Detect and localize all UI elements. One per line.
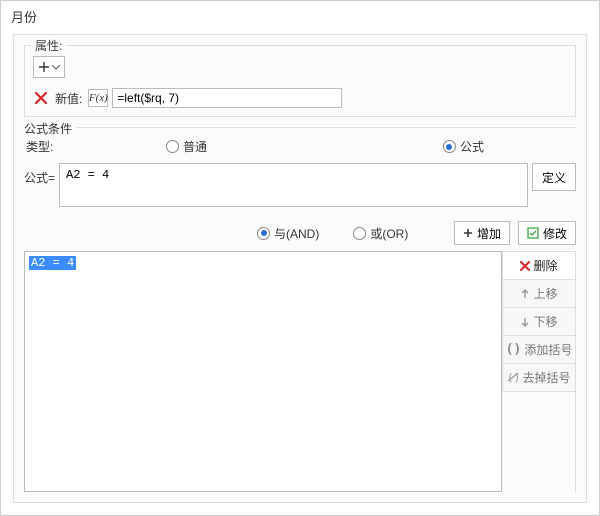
plus-icon (39, 62, 49, 72)
arrow-down-icon (520, 317, 530, 327)
remove-paren-button[interactable]: () 去掉括号 (502, 364, 575, 392)
type-label: 类型: (26, 138, 166, 155)
plus-icon (463, 228, 473, 238)
logic-row: 与(AND) 或(OR) 增加 修改 (24, 221, 576, 245)
dropdown-caret-icon (52, 65, 60, 70)
formula-row: 公式= 定义 (24, 163, 576, 207)
formula-condition-title: 公式条件 (24, 120, 76, 137)
logic-or-label: 或(OR) (370, 225, 408, 242)
condition-list-area: A2 = 4 删除 上移 下移 () (24, 251, 576, 492)
type-formula-label: 公式 (460, 138, 484, 155)
modify-condition-label: 修改 (543, 225, 567, 242)
move-down-button[interactable]: 下移 (502, 308, 575, 336)
radio-icon (353, 227, 366, 240)
new-value-input[interactable] (112, 88, 342, 108)
logic-and-radio[interactable]: 与(AND) (257, 225, 319, 242)
delete-label: 删除 (533, 257, 557, 274)
new-value-row: 新值: F(x) (33, 88, 567, 108)
logic-or-radio[interactable]: 或(OR) (353, 225, 408, 242)
list-item[interactable]: A2 = 4 (29, 256, 76, 270)
add-condition-label: 增加 (477, 225, 501, 242)
close-icon (520, 261, 530, 271)
move-up-button[interactable]: 上移 (502, 280, 575, 308)
remove-paren-icon: () (507, 372, 519, 383)
add-paren-button[interactable]: () 添加括号 (502, 336, 575, 364)
type-normal-label: 普通 (183, 138, 207, 155)
radio-icon (443, 140, 456, 153)
remove-value-icon[interactable] (33, 90, 49, 106)
radio-icon (166, 140, 179, 153)
type-formula-radio[interactable]: 公式 (443, 138, 484, 155)
define-button[interactable]: 定义 (532, 163, 576, 191)
formula-equals-label: 公式= (24, 163, 55, 186)
attributes-fieldset: 属性: 新值: F(x) (24, 45, 576, 117)
move-down-label: 下移 (533, 313, 557, 330)
modify-condition-button[interactable]: 修改 (518, 221, 576, 245)
move-up-label: 上移 (533, 285, 557, 302)
delete-button[interactable]: 删除 (502, 252, 575, 280)
fx-icon[interactable]: F(x) (88, 89, 108, 107)
remove-paren-label: 去掉括号 (522, 369, 570, 386)
window: 月份 属性: 新值: F(x) 公式条件 类型: (0, 0, 600, 516)
list-side-buttons: 删除 上移 下移 () 添加括号 () (502, 251, 576, 492)
modify-icon (527, 227, 539, 239)
formula-input[interactable] (59, 163, 528, 207)
add-condition-button[interactable]: 增加 (454, 221, 510, 245)
logic-and-label: 与(AND) (274, 225, 319, 242)
type-normal-radio[interactable]: 普通 (166, 138, 207, 155)
add-paren-label: 添加括号 (524, 341, 572, 358)
arrow-up-icon (520, 289, 530, 299)
new-value-label: 新值: (55, 90, 82, 107)
paren-icon: () (506, 342, 522, 357)
radio-icon (257, 227, 270, 240)
add-attribute-button[interactable] (33, 56, 65, 78)
attributes-legend: 属性: (31, 37, 66, 54)
type-row: 类型: 普通 公式 (24, 132, 576, 159)
window-title: 月份 (1, 1, 599, 34)
formula-condition-block: 公式条件 类型: 普通 公式 公式= 定义 (24, 127, 576, 492)
condition-listbox[interactable]: A2 = 4 (24, 251, 502, 492)
main-panel: 属性: 新值: F(x) 公式条件 类型: 普通 (13, 34, 587, 503)
